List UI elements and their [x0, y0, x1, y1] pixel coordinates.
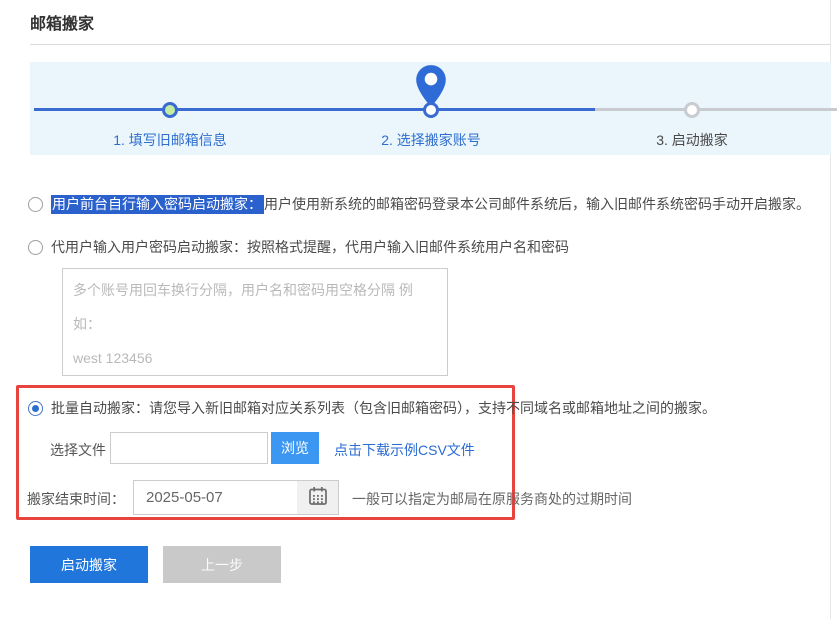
step-label-1: 1. 填写旧邮箱信息 — [60, 130, 280, 150]
radio-proxy-password[interactable] — [28, 240, 43, 255]
page-title: 邮箱搬家 — [30, 10, 94, 34]
sample-csv-link[interactable]: 点击下载示例CSV文件 — [334, 440, 475, 460]
step-circle-3 — [684, 102, 700, 118]
radio-manual-password[interactable] — [28, 197, 43, 212]
email-migration-page: 邮箱搬家 1. 填写旧邮箱信息 2. 选择搬家账号 3. 启动搬家 用户前台自行… — [0, 0, 837, 619]
radio-dot — [32, 405, 39, 412]
option-row-manual-password: 用户前台自行输入密码启动搬家：用户使用新系统的邮箱密码登录本公司邮件系统后，输入… — [28, 195, 828, 214]
option-manual-password-label: 用户前台自行输入密码启动搬家：用户使用新系统的邮箱密码登录本公司邮件系统后，输入… — [51, 195, 810, 214]
stepper-track-done — [34, 108, 595, 111]
stepper-track-pending — [595, 108, 837, 111]
title-divider — [30, 44, 831, 45]
step-label-2: 2. 选择搬家账号 — [321, 130, 541, 150]
option-row-proxy-password: 代用户输入用户密码启动搬家：按照格式提醒，代用户输入旧邮件系统用户名和密码 — [28, 238, 828, 257]
end-date-hint: 一般可以指定为邮局在原服务商处的过期时间 — [352, 489, 632, 509]
option-proxy-password-label: 代用户输入用户密码启动搬家：按照格式提醒，代用户输入旧邮件系统用户名和密码 — [51, 238, 569, 257]
step-circle-1 — [162, 102, 178, 118]
start-migration-button[interactable]: 启动搬家 — [30, 546, 148, 583]
option-manual-password-rest: 用户使用新系统的邮箱密码登录本公司邮件系统后，输入旧邮件系统密码手动开启搬家。 — [264, 196, 810, 212]
calendar-icon — [308, 486, 328, 509]
file-select-label: 选择文件 — [50, 440, 106, 460]
migration-stepper: 1. 填写旧邮箱信息 2. 选择搬家账号 3. 启动搬家 — [30, 62, 831, 155]
option-manual-password-highlight: 用户前台自行输入密码启动搬家： — [51, 195, 264, 214]
browse-button[interactable]: 浏览 — [271, 432, 319, 464]
accounts-textarea[interactable] — [62, 268, 448, 376]
prev-step-button[interactable]: 上一步 — [163, 546, 281, 583]
option-batch-auto-label: 批量自动搬家：请您导入新旧邮箱对应关系列表（包含旧邮箱密码），支持不同域名或邮箱… — [51, 399, 716, 418]
calendar-button[interactable] — [297, 480, 339, 515]
file-path-input[interactable] — [110, 432, 268, 464]
end-date-input[interactable] — [133, 480, 298, 515]
option-row-batch-auto: 批量自动搬家：请您导入新旧邮箱对应关系列表（包含旧邮箱密码），支持不同域名或邮箱… — [28, 399, 818, 418]
radio-batch-auto[interactable] — [28, 401, 43, 416]
step-circle-2 — [423, 102, 439, 118]
end-date-label: 搬家结束时间： — [27, 489, 125, 509]
step-label-3: 3. 启动搬家 — [582, 130, 802, 150]
